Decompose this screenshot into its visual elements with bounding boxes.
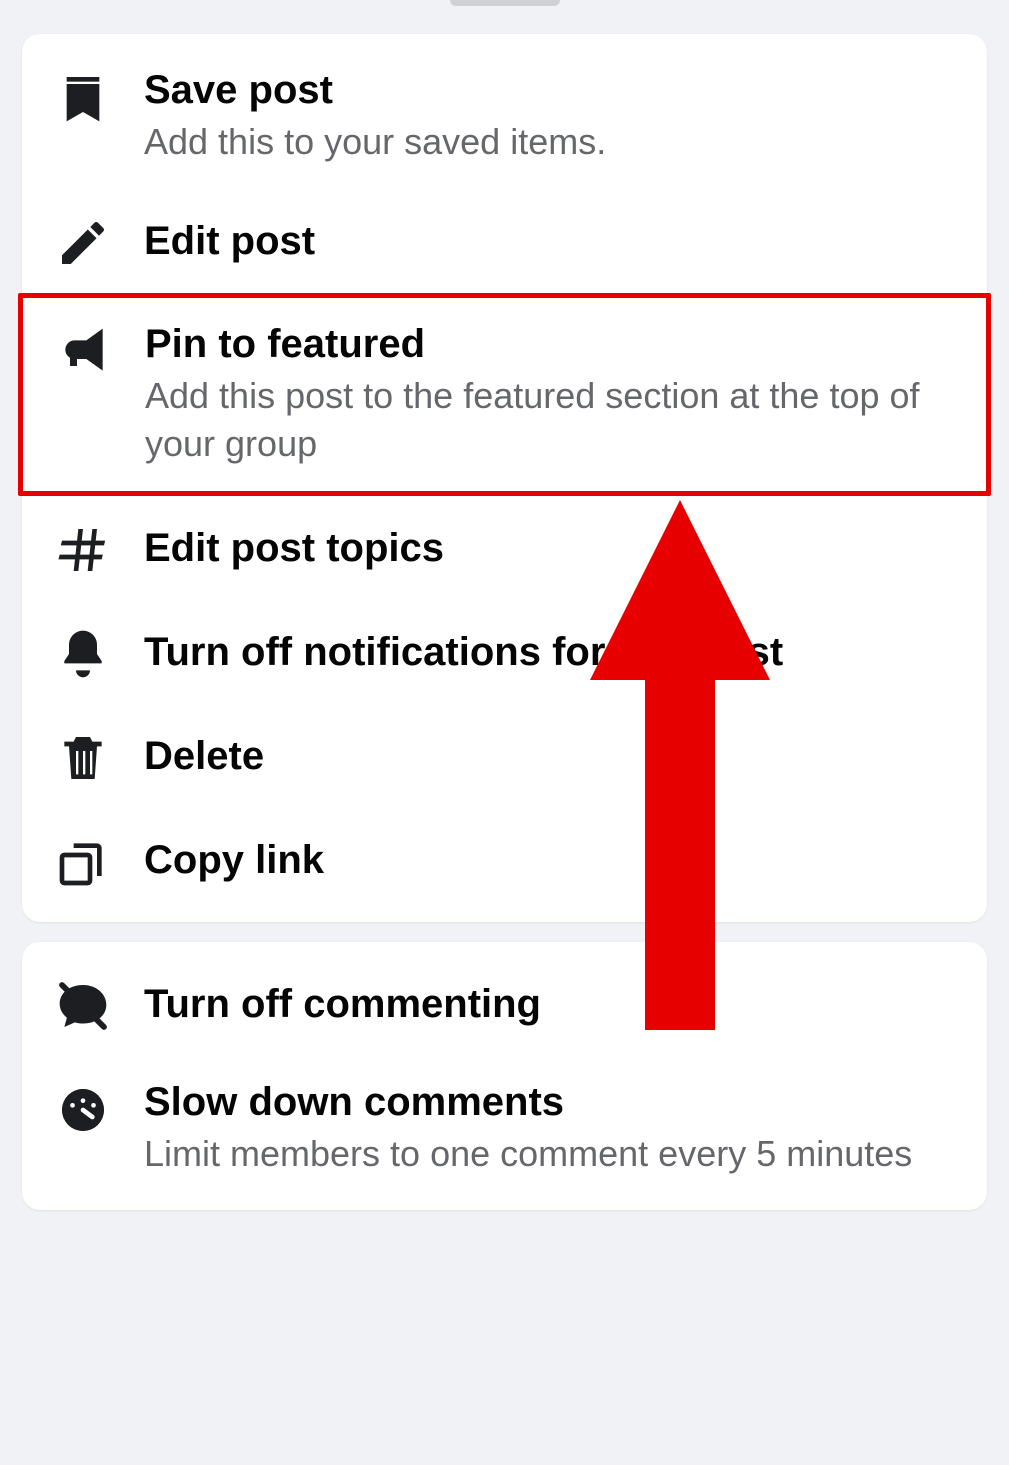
action-sheet: Save post Add this to your saved items. …	[0, 0, 1009, 1210]
comment-off-icon	[52, 974, 114, 1034]
menu-item-turn-off-commenting[interactable]: Turn off commenting	[22, 952, 987, 1056]
menu-item-turn-off-notifications[interactable]: Turn off notifications for this post	[22, 600, 987, 704]
gauge-icon	[52, 1078, 114, 1138]
menu-item-copy-link[interactable]: Copy link	[22, 808, 987, 912]
copy-icon	[52, 830, 114, 890]
menu-item-title: Turn off commenting	[144, 980, 957, 1028]
menu-panel-2: Turn off commenting Slow down comments L…	[22, 942, 987, 1211]
menu-item-title: Copy link	[144, 836, 957, 884]
menu-item-delete[interactable]: Delete	[22, 704, 987, 808]
menu-item-title: Edit post topics	[144, 524, 957, 572]
menu-item-text: Pin to featured Add this post to the fea…	[145, 320, 956, 469]
menu-item-title: Pin to featured	[145, 320, 956, 368]
pencil-icon	[52, 211, 114, 271]
menu-item-title: Delete	[144, 732, 957, 780]
menu-item-title: Slow down comments	[144, 1078, 957, 1126]
menu-item-text: Copy link	[144, 836, 957, 884]
menu-item-subtitle: Add this post to the featured section at…	[145, 372, 956, 469]
menu-panel-1: Save post Add this to your saved items. …	[22, 34, 987, 922]
menu-item-edit-topics[interactable]: Edit post topics	[22, 496, 987, 600]
menu-item-edit-post[interactable]: Edit post	[22, 189, 987, 293]
menu-item-slow-down-comments[interactable]: Slow down comments Limit members to one …	[22, 1056, 987, 1201]
annotation-highlight-box: Pin to featured Add this post to the fea…	[18, 293, 991, 496]
menu-item-text: Edit post topics	[144, 524, 957, 572]
menu-item-text: Slow down comments Limit members to one …	[144, 1078, 957, 1179]
menu-item-title: Edit post	[144, 217, 957, 265]
menu-item-subtitle: Limit members to one comment every 5 min…	[144, 1130, 957, 1179]
trash-icon	[52, 726, 114, 786]
menu-item-text: Save post Add this to your saved items.	[144, 66, 957, 167]
megaphone-icon	[53, 320, 115, 380]
menu-item-subtitle: Add this to your saved items.	[144, 118, 957, 167]
menu-item-text: Delete	[144, 732, 957, 780]
menu-item-title: Turn off notifications for this post	[144, 628, 957, 676]
menu-item-text: Turn off commenting	[144, 980, 957, 1028]
menu-item-text: Turn off notifications for this post	[144, 628, 957, 676]
bell-icon	[52, 622, 114, 682]
hash-icon	[52, 518, 114, 578]
drag-handle[interactable]	[450, 0, 560, 6]
menu-item-save-post[interactable]: Save post Add this to your saved items.	[22, 44, 987, 189]
drag-handle-wrap	[0, 0, 1009, 16]
bookmark-icon	[52, 66, 114, 126]
menu-item-pin-featured[interactable]: Pin to featured Add this post to the fea…	[23, 298, 986, 491]
menu-item-title: Save post	[144, 66, 957, 114]
menu-item-text: Edit post	[144, 217, 957, 265]
